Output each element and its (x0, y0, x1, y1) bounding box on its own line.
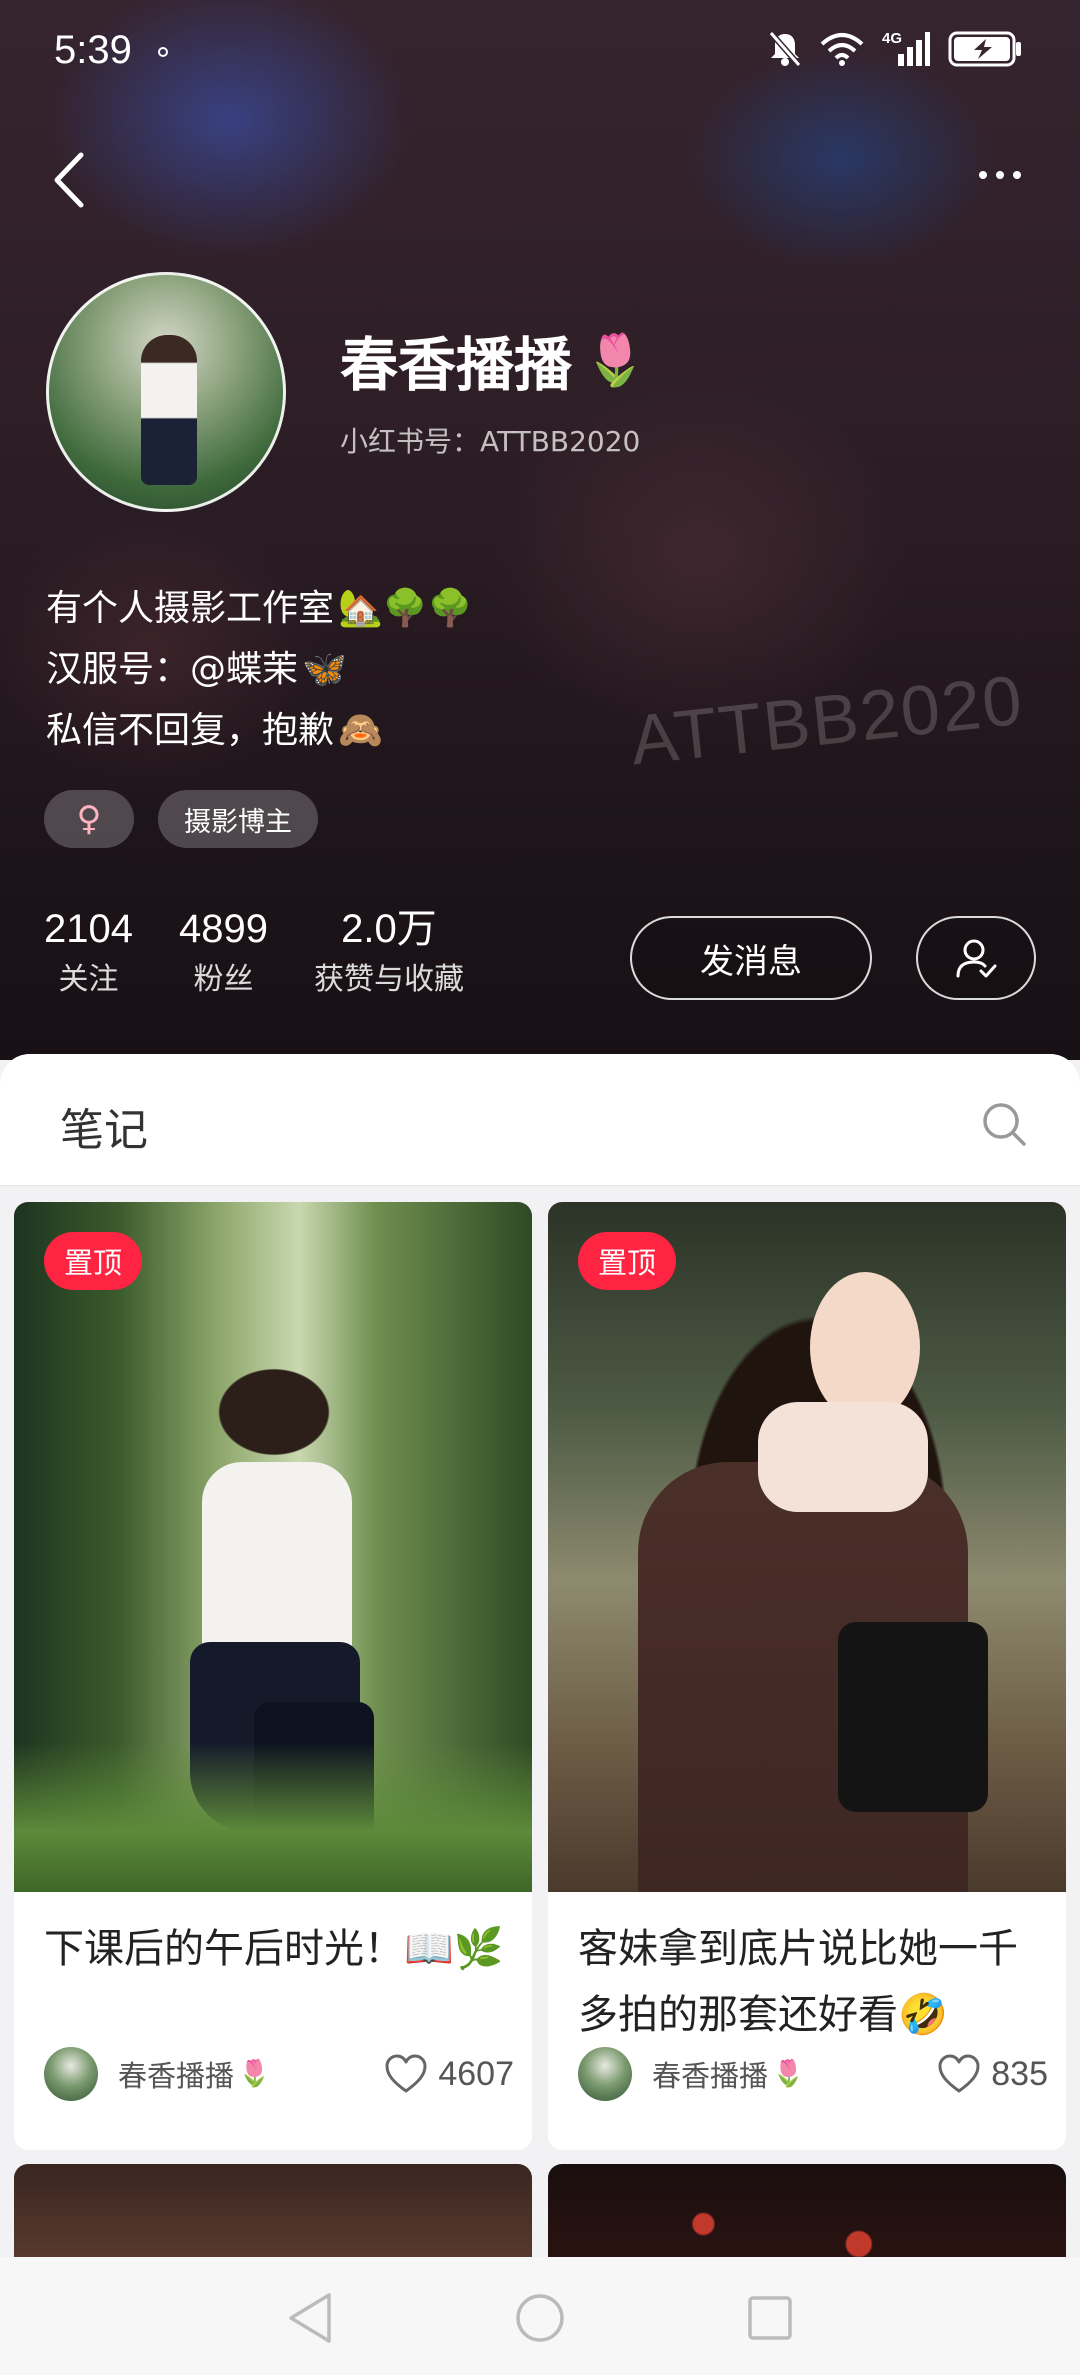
stat-value: 2104 (44, 907, 133, 951)
cover-foreground (14, 1742, 532, 1892)
status-time: 5:39 (54, 28, 132, 72)
avatar[interactable] (46, 272, 286, 512)
author-avatar[interactable] (44, 2047, 98, 2101)
more-dots-icon (979, 171, 987, 179)
note-card[interactable]: 置顶 客妹拿到底片说比她一千多拍的那套还好看🤣 春香播播 🌷 835 (548, 1202, 1066, 2150)
cover-figure (758, 1402, 928, 1512)
tulip-emoji: 🌷 (772, 2059, 805, 2089)
bio-line-text: 私信不回复，抱歉 (46, 710, 335, 751)
note-cover-image: 置顶 (14, 1202, 532, 1892)
notes-section: 笔记 置顶 下课后的午后时光！📖🌿 春香播播 🌷 4607 置顶 客妹拿到底片说… (0, 1054, 1080, 2375)
notes-search-button[interactable] (974, 1094, 1034, 1154)
stat-value: 2.0万 (341, 907, 437, 951)
note-title: 下课后的午后时光！📖🌿 (44, 1926, 504, 1972)
chevron-left-icon (54, 152, 84, 208)
tulip-emoji: 🌷 (584, 330, 647, 389)
stat-following[interactable]: 2104 关注 (44, 905, 133, 1007)
status-icons: 4G (768, 30, 1022, 68)
stat-value: 4899 (178, 907, 268, 951)
author-name-text: 春香播播 (118, 2059, 235, 2093)
more-button[interactable] (960, 150, 1040, 200)
follow-button[interactable] (916, 916, 1036, 1000)
wifi-icon (820, 33, 864, 66)
nav-home-button[interactable] (505, 2283, 575, 2353)
like-button[interactable]: 4607 (384, 2054, 514, 2094)
note-title: 客妹拿到底片说比她一千多拍的那套还好看🤣 (578, 1926, 1018, 2038)
profile-tags: ♀ 摄影博主 (44, 790, 318, 848)
note-meta: 春香播播 🌷 4607 (44, 2044, 514, 2104)
author-name-text: 春香播播 (652, 2059, 769, 2093)
pinned-badge: 置顶 (44, 1232, 143, 1290)
bio-line-text: 有个人摄影工作室 (46, 588, 335, 629)
cover-figure (810, 1272, 920, 1422)
note-card[interactable]: 置顶 下课后的午后时光！📖🌿 春香播播 🌷 4607 (14, 1202, 532, 2150)
bio-line: 私信不回复，抱歉 🙈 (46, 700, 473, 761)
nickname: 春香播播 🌷 (340, 318, 646, 402)
like-count: 4607 (438, 2054, 514, 2093)
user-check-icon (956, 939, 997, 978)
battery-charging-icon (948, 31, 1021, 67)
like-count: 835 (991, 2054, 1048, 2093)
system-nav-bar (0, 2257, 1080, 2375)
search-icon (983, 1103, 1026, 1146)
note-meta: 春香播播 🌷 835 (578, 2044, 1048, 2104)
back-button[interactable] (38, 140, 98, 220)
author-name[interactable]: 春香播播 🌷 (118, 2053, 270, 2095)
heart-icon (385, 2054, 427, 2093)
stat-likes-collects[interactable]: 2.0万 获赞与收藏 (314, 905, 464, 1007)
bio-line: 有个人摄影工作室 🏡🌳🌳 (46, 578, 473, 639)
tab-notes[interactable]: 笔记 (60, 1094, 148, 1158)
author-name[interactable]: 春香播播 🌷 (652, 2053, 804, 2095)
stat-label: 获赞与收藏 (313, 962, 464, 997)
more-dot (1013, 171, 1021, 179)
note-cover-image: 置顶 (548, 1202, 1066, 1892)
background-watermark: ATTBB2020 (627, 660, 1028, 780)
bio-line: 汉服号：@蝶茉 🦋 (46, 639, 473, 700)
mute-bell-icon (768, 31, 802, 67)
stat-label: 粉丝 (193, 962, 254, 997)
tulip-emoji: 🌷 (238, 2059, 271, 2089)
bio-line-emojis: 🙈 (338, 710, 383, 751)
send-message-button[interactable]: 发消息 (630, 916, 872, 1000)
female-icon: ♀ (76, 799, 102, 839)
like-button[interactable]: 835 (937, 2054, 1048, 2094)
status-bar: 5:39 4G (0, 0, 1080, 110)
author-avatar[interactable] (578, 2047, 632, 2101)
stat-followers[interactable]: 4899 粉丝 (179, 905, 268, 1007)
gender-tag: ♀ (44, 790, 134, 848)
bio-line-emojis: 🏡🌳🌳 (338, 588, 473, 629)
category-tag[interactable]: 摄影博主 (158, 790, 318, 848)
circle-home-icon (516, 2294, 564, 2342)
triangle-back-icon (289, 2293, 331, 2343)
cover-figure (838, 1622, 988, 1812)
cover-figure (202, 1462, 352, 1662)
more-dot (996, 171, 1004, 179)
pinned-badge: 置顶 (578, 1232, 677, 1290)
bio: 有个人摄影工作室 🏡🌳🌳 汉服号：@蝶茉 🦋 私信不回复，抱歉 🙈 (46, 578, 473, 761)
stat-label: 关注 (58, 962, 119, 997)
signal-4g-icon: 4G (882, 30, 930, 66)
nav-recents-button[interactable] (735, 2283, 805, 2353)
notification-dot-icon (158, 47, 168, 57)
heart-icon (938, 2054, 980, 2093)
bio-line-text: 汉服号：@蝶茉 (46, 649, 299, 690)
notes-header: 笔记 (0, 1054, 1080, 1186)
bio-line-emojis: 🦋 (302, 649, 347, 690)
profile-stats: 2104 关注 4899 粉丝 2.0万 获赞与收藏 (44, 905, 464, 1007)
redbook-id[interactable]: 小红书号：ATTBB2020 (340, 420, 640, 460)
nickname-text: 春香播播 (340, 331, 573, 399)
avatar-figure (141, 335, 197, 485)
square-recents-icon (748, 2296, 792, 2340)
profile-header: ATTBB2020 (0, 0, 1080, 1060)
nav-back-button[interactable] (275, 2283, 345, 2353)
